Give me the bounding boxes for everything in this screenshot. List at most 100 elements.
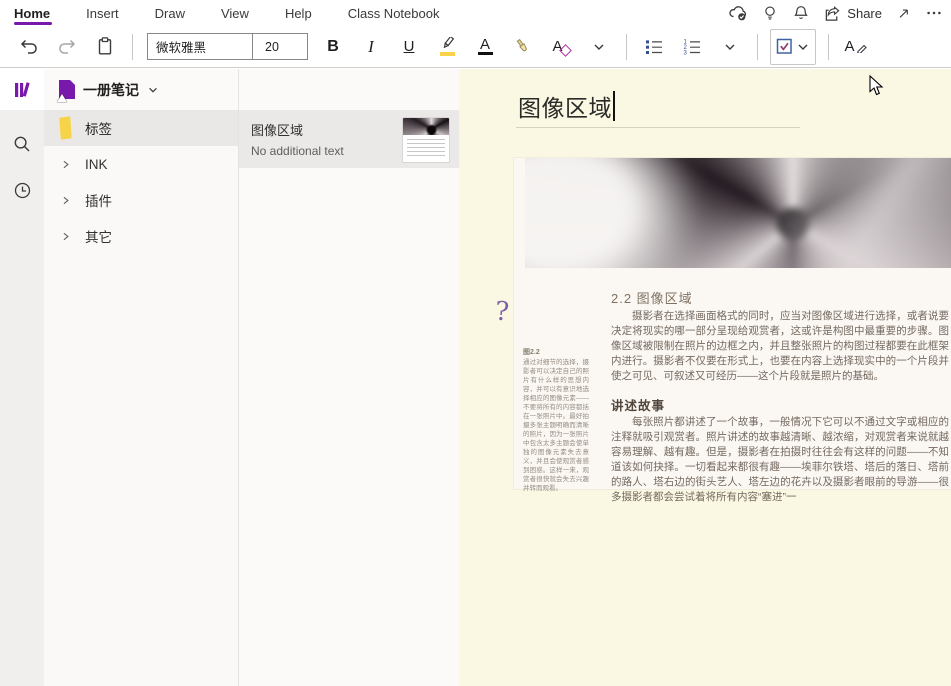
notebook-icon xyxy=(57,80,75,102)
chevron-down-icon xyxy=(149,87,157,93)
formatting-more-button[interactable] xyxy=(583,31,615,63)
embedded-book-scan-image[interactable]: 2.2 图像区域 摄影者在选择画面格式的同时，应当对图像区域进行选择，或者说要决… xyxy=(514,158,951,503)
scan-paragraph-1: 摄影者在选择画面格式的同时，应当对图像区域进行选择，或者说要决定将现实的哪一部分… xyxy=(611,310,949,382)
share-button[interactable]: Share xyxy=(823,5,882,22)
page-title-editor[interactable]: 图像区域 xyxy=(518,89,615,123)
section-label: 其它 xyxy=(85,230,112,245)
sync-status-icon[interactable] xyxy=(728,4,748,22)
font-size-input[interactable] xyxy=(253,33,308,60)
highlighter-button[interactable] xyxy=(431,31,463,63)
underline-button[interactable]: U xyxy=(393,31,425,63)
highlighter-icon xyxy=(443,37,455,49)
full-view-icon[interactable] xyxy=(895,5,912,22)
menubar: Home Insert Draw View Help Class Noteboo… xyxy=(0,0,951,26)
main-area: 一册笔记 标签 INK 插件 其它 图像区域 No additional tex… xyxy=(0,69,951,686)
numbered-list-icon: 123 xyxy=(684,39,700,56)
ink-pen-icon xyxy=(856,44,867,53)
redo-icon xyxy=(59,39,76,54)
todo-tag-dropdown[interactable] xyxy=(770,28,816,65)
tab-insert[interactable]: Insert xyxy=(86,0,119,26)
undo-icon xyxy=(20,39,37,54)
page-title-text: 图像区域 xyxy=(518,95,612,121)
page-canvas[interactable]: 图像区域 ? 2.2 图像区域 摄影者在选择画面格式的同时，应当对图像区域进行选… xyxy=(459,69,951,686)
page-title-underline xyxy=(516,127,800,128)
text-caret xyxy=(613,91,615,121)
bullet-list-button[interactable] xyxy=(638,31,670,63)
paste-button[interactable] xyxy=(89,31,121,63)
thumbnail-rose-image xyxy=(403,118,449,135)
format-painter-icon xyxy=(516,38,527,51)
search-icon xyxy=(14,136,30,152)
search-button[interactable] xyxy=(0,124,44,164)
section-label: INK xyxy=(85,156,108,172)
share-label: Share xyxy=(847,5,882,21)
notebook-dropdown[interactable]: 一册笔记 xyxy=(44,69,238,110)
tab-class-notebook[interactable]: Class Notebook xyxy=(348,0,440,26)
chevron-right-icon xyxy=(63,232,69,240)
scan-section-heading: 2.2 图像区域 xyxy=(611,291,693,306)
numbered-list-button[interactable]: 123 xyxy=(676,31,708,63)
tab-draw[interactable]: Draw xyxy=(155,0,185,26)
rose-photo xyxy=(525,158,951,268)
section-label: 标签 xyxy=(85,122,112,137)
navigation-rail xyxy=(0,69,44,686)
ideas-icon[interactable] xyxy=(761,4,779,22)
notebooks-nav-button[interactable] xyxy=(0,69,44,110)
section-item-tags[interactable]: 标签 xyxy=(44,110,238,146)
styles-button[interactable]: A xyxy=(840,31,872,63)
more-options-icon[interactable] xyxy=(925,4,943,22)
font-color-button[interactable]: A xyxy=(469,31,501,63)
section-group-ink[interactable]: INK xyxy=(44,146,238,182)
clipboard-icon xyxy=(98,37,112,55)
onenote-window: Home Insert Draw View Help Class Noteboo… xyxy=(0,0,951,686)
clock-icon xyxy=(14,182,30,198)
chevron-down-icon xyxy=(725,44,735,50)
chevron-down-icon xyxy=(594,44,604,50)
todo-checkbox-icon xyxy=(776,38,792,54)
sections-pane: 一册笔记 标签 INK 插件 其它 xyxy=(44,69,238,686)
highlight-color-swatch xyxy=(439,52,455,56)
chevron-right-icon xyxy=(63,196,69,204)
font-controls xyxy=(147,33,308,60)
list-more-button[interactable] xyxy=(714,31,746,63)
tab-help[interactable]: Help xyxy=(285,0,312,26)
mouse-cursor xyxy=(869,75,885,97)
titlebar-actions: Share xyxy=(728,0,943,26)
tab-home[interactable]: Home xyxy=(14,0,53,26)
scan-figure-caption-title: 图2.2 xyxy=(523,349,540,356)
tab-view[interactable]: View xyxy=(221,0,249,26)
ink-question-mark[interactable]: ? xyxy=(494,297,510,328)
notifications-icon[interactable] xyxy=(792,4,810,22)
section-label: 插件 xyxy=(85,194,112,209)
scan-figure-caption: 图2.2 通过对细节的选择，摄影者可以决定自己的照片有什么样的思想内容，并可以有… xyxy=(523,349,589,492)
toolbar-separator xyxy=(626,33,627,60)
undo-button[interactable] xyxy=(13,31,45,63)
chevron-right-icon xyxy=(63,160,69,168)
section-group-other[interactable]: 其它 xyxy=(44,218,238,254)
section-color-icon xyxy=(59,116,72,140)
scan-story-heading: 讲述故事 xyxy=(611,399,666,413)
pages-pane: 图像区域 No additional text xyxy=(238,69,459,686)
section-group-plugins[interactable]: 插件 xyxy=(44,182,238,218)
svg-text:3: 3 xyxy=(684,50,688,56)
toolbar-separator xyxy=(757,33,758,60)
font-color-swatch xyxy=(477,51,493,56)
clear-formatting-button[interactable]: A xyxy=(545,31,577,63)
bold-button[interactable]: B xyxy=(317,31,349,63)
recent-notes-button[interactable] xyxy=(0,170,44,210)
page-list-item[interactable]: 图像区域 No additional text xyxy=(239,110,459,168)
format-painter-button[interactable] xyxy=(507,31,539,63)
italic-button[interactable]: I xyxy=(355,31,387,63)
page-thumbnail xyxy=(402,117,450,163)
toolbar-separator xyxy=(828,33,829,60)
ribbon-tabs: Home Insert Draw View Help Class Noteboo… xyxy=(0,0,439,26)
share-icon xyxy=(823,5,842,22)
redo-button[interactable] xyxy=(51,31,83,63)
bullet-list-icon xyxy=(646,39,662,54)
thumbnail-text-lines xyxy=(407,139,445,157)
ribbon-toolbar: B I U A A 123 xyxy=(0,26,951,68)
notebook-title: 一册笔记 xyxy=(83,81,139,98)
font-name-input[interactable] xyxy=(147,33,253,60)
scan-paragraph-2: 每张照片都讲述了一个故事，一般情况下它可以不通过文字或相应的注释就吸引观赏者。照… xyxy=(611,416,949,503)
chevron-down-icon xyxy=(798,44,808,50)
